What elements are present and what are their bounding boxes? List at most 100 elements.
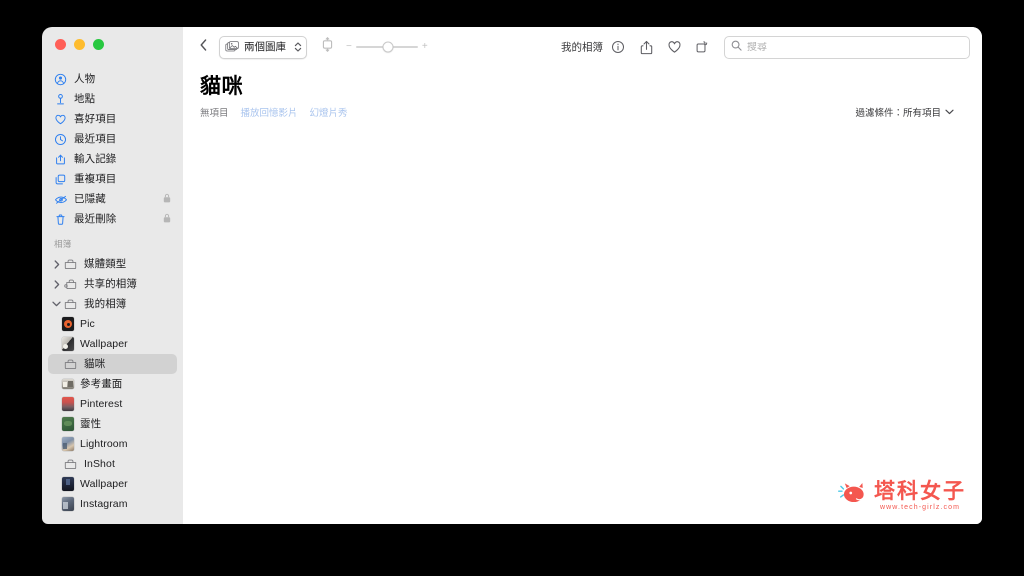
filter-dropdown[interactable]: 過濾條件：所有項目 [855, 105, 954, 119]
sidebar-item-hidden[interactable]: 已隱藏 [48, 189, 177, 209]
sidebar-album-pic[interactable]: Pic [48, 314, 177, 334]
watermark-url: www.tech-girlz.com [879, 503, 961, 511]
eye-slash-icon [52, 192, 69, 207]
search-icon [731, 38, 742, 56]
sidebar-group-shared-albums[interactable]: 共享的相簿 [48, 274, 177, 294]
sidebar-item-people[interactable]: 人物 [48, 69, 177, 89]
folder-icon [62, 297, 79, 312]
content-pane: 兩個圖庫 − + 我的相簿 搜尋 貓咪 無項目 播放回憶影片 幻燈片秀 過濾條件… [183, 27, 982, 524]
album-thumbnail-lightroom [62, 437, 74, 451]
zoom-slider-knob[interactable] [382, 41, 394, 53]
rotate-icon[interactable] [694, 39, 710, 56]
sidebar-item-imports[interactable]: 輸入記錄 [48, 149, 177, 169]
zoom-slider[interactable]: − + [346, 41, 428, 53]
item-count-label: 無項目 [200, 108, 229, 120]
sidebar-group-my-albums[interactable]: 我的相簿 [48, 294, 177, 314]
album-thumbnail-reference [62, 379, 74, 389]
sidebar-group-label: 我的相簿 [84, 297, 127, 310]
zoom-slider-track[interactable] [355, 41, 418, 53]
heart-icon [52, 112, 69, 127]
chevron-right-icon[interactable] [52, 259, 61, 269]
sidebar-album-label: Lightroom [80, 437, 128, 450]
aspect-fit-icon [321, 37, 334, 57]
photos-library-icon [225, 41, 239, 53]
toolbar-actions [610, 35, 970, 59]
search-box[interactable] [724, 35, 970, 59]
zoom-out-label[interactable]: − [346, 42, 352, 52]
filter-label: 過濾條件：所有項目 [855, 108, 941, 120]
sidebar-scroll-area[interactable]: 人物 地點 喜好項目 最近項目 輸入記錄 重複項目 已隱藏 最近刪除 相簿 媒體… [42, 69, 183, 524]
sidebar-section-title: 相簿 [54, 239, 72, 249]
play-memory-movie-link[interactable]: 播放回憶影片 [241, 105, 298, 119]
aspect-fit-button[interactable] [321, 37, 334, 57]
watermark-title: 塔科女子 [874, 479, 966, 503]
sidebar-album-label: InShot [84, 457, 115, 470]
sidebar-album-spirit[interactable]: 靈性 [48, 414, 177, 434]
minimize-button[interactable] [74, 39, 85, 50]
sidebar-album-label: Instagram [80, 497, 128, 510]
trash-icon [52, 212, 69, 227]
sidebar-group-label: 共享的相簿 [84, 277, 137, 290]
album-thumbnail-pic [62, 317, 74, 331]
sidebar-album-label: Pinterest [80, 397, 123, 410]
sidebar-album-inshot[interactable]: InShot [48, 454, 177, 474]
library-popup-button[interactable]: 兩個圖庫 [219, 35, 307, 59]
album-thumbnail-spirit [62, 417, 74, 431]
watermark: 塔科女子 www.tech-girlz.com [835, 479, 966, 512]
cat-logo-icon [835, 479, 869, 512]
sidebar-album-wallpaper[interactable]: Wallpaper [48, 334, 177, 354]
slideshow-link[interactable]: 幻燈片秀 [310, 105, 348, 119]
album-thumbnail-wallpaper [62, 337, 74, 351]
close-button[interactable] [55, 39, 66, 50]
back-button[interactable] [193, 36, 213, 58]
toolbar: 兩個圖庫 − + 我的相簿 搜尋 [183, 27, 982, 67]
chevron-up-down-icon [294, 41, 302, 53]
sidebar-item-label: 最近刪除 [74, 212, 117, 225]
search-input[interactable] [747, 41, 963, 53]
sidebar-item-recents[interactable]: 最近項目 [48, 129, 177, 149]
chevron-down-icon [945, 109, 954, 115]
sidebar-album-lightroom[interactable]: Lightroom [48, 434, 177, 454]
sidebar-item-label: 地點 [74, 92, 96, 105]
sidebar-item-label: 喜好項目 [74, 112, 117, 125]
chevron-right-icon[interactable] [52, 279, 61, 289]
people-icon [52, 72, 69, 87]
lock-icon [163, 210, 171, 228]
album-header: 貓咪 無項目 播放回憶影片 幻燈片秀 過濾條件：所有項目 [183, 67, 982, 119]
sidebar-item-recently-deleted[interactable]: 最近刪除 [48, 209, 177, 229]
sidebar-item-favorites[interactable]: 喜好項目 [48, 109, 177, 129]
sidebar-item-label: 重複項目 [74, 172, 117, 185]
sidebar-group-label: 媒體類型 [84, 257, 127, 270]
album-thumbnail-pinterest [62, 397, 74, 411]
sidebar-item-label: 輸入記錄 [74, 152, 117, 165]
sidebar-album-label: Wallpaper [80, 337, 128, 350]
favorite-heart-icon[interactable] [666, 39, 682, 56]
sidebar-item-places[interactable]: 地點 [48, 89, 177, 109]
album-thumbnail-instagram [62, 497, 74, 511]
photo-grid-empty-area[interactable]: 塔科女子 www.tech-girlz.com [183, 119, 982, 524]
album-subheader: 無項目 播放回憶影片 幻燈片秀 過濾條件：所有項目 [200, 105, 968, 119]
sidebar-album-cat[interactable]: 貓咪 [48, 354, 177, 374]
zoom-in-label[interactable]: + [422, 42, 428, 52]
sidebar-album-wallpaper-2[interactable]: Wallpaper [48, 474, 177, 494]
sidebar-album-instagram[interactable]: Instagram [48, 494, 177, 514]
sidebar-group-media-types[interactable]: 媒體類型 [48, 254, 177, 274]
sidebar-item-duplicates[interactable]: 重複項目 [48, 169, 177, 189]
lock-icon [163, 190, 171, 208]
sidebar-album-reference[interactable]: 參考畫面 [48, 374, 177, 394]
toolbar-title: 我的相簿 [561, 41, 603, 54]
sidebar-album-pinterest[interactable]: Pinterest [48, 394, 177, 414]
album-folder-icon [62, 357, 79, 372]
sidebar: 人物 地點 喜好項目 最近項目 輸入記錄 重複項目 已隱藏 最近刪除 相簿 媒體… [42, 27, 183, 524]
album-folder-icon [62, 457, 79, 472]
map-pin-icon [52, 92, 69, 107]
share-icon[interactable] [638, 39, 654, 56]
album-thumbnail-wallpaper2 [62, 477, 74, 491]
info-icon[interactable] [610, 39, 626, 56]
zoom-button[interactable] [93, 39, 104, 50]
sidebar-item-label: 人物 [74, 72, 96, 85]
library-popup-label: 兩個圖庫 [244, 40, 286, 53]
chevron-down-icon[interactable] [52, 301, 61, 307]
sidebar-album-label: 貓咪 [84, 357, 106, 370]
desktop-background: 人物 地點 喜好項目 最近項目 輸入記錄 重複項目 已隱藏 最近刪除 相簿 媒體… [0, 0, 1024, 576]
